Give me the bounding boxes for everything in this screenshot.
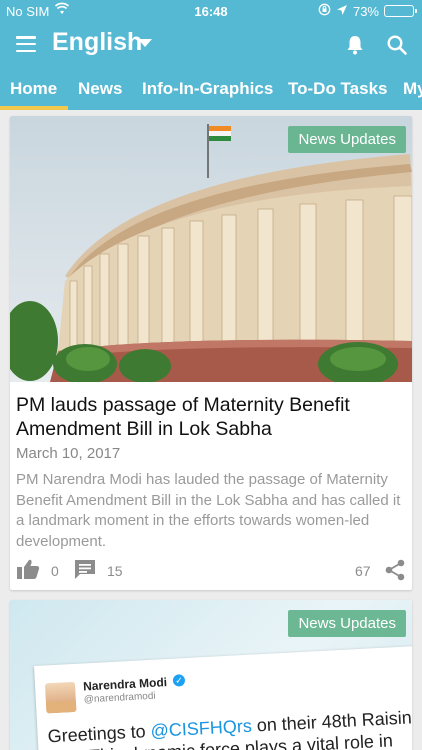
- category-badge: News Updates: [288, 610, 406, 637]
- battery-icon: [384, 5, 417, 17]
- language-selector[interactable]: English: [52, 28, 142, 57]
- share-count: 67: [355, 563, 371, 579]
- tweet-author-handle: @narendramodi: [83, 690, 156, 706]
- like-count: 0: [51, 563, 59, 579]
- tab-indicator: [0, 106, 68, 110]
- category-badge: News Updates: [288, 126, 406, 153]
- tab-news[interactable]: News: [78, 79, 122, 99]
- chevron-down-icon[interactable]: [138, 39, 152, 47]
- tab-home[interactable]: Home: [10, 79, 57, 99]
- search-icon[interactable]: [386, 34, 408, 56]
- avatar: [44, 681, 77, 714]
- comment-icon[interactable]: [74, 559, 96, 579]
- tweet-text: Greetings to @CISFHQrs on their 48th Rai…: [47, 706, 412, 750]
- parliament-image: [10, 116, 412, 382]
- card-actions: 0 15 67: [10, 556, 412, 586]
- card-summary: PM Narendra Modi has lauded the passage …: [16, 471, 401, 550]
- tweet-text-prefix: Greetings to: [47, 720, 152, 747]
- verified-icon: ✓: [172, 674, 186, 687]
- bell-icon[interactable]: [345, 34, 365, 56]
- orientation-lock-icon: [318, 3, 331, 19]
- tab-to-do-tasks[interactable]: To-Do Tasks: [288, 79, 388, 99]
- app-bar: English: [0, 22, 422, 66]
- news-card[interactable]: News Updates PM lauds passage of Materni…: [10, 116, 412, 590]
- tab-my[interactable]: My: [403, 79, 422, 99]
- thumbs-up-icon[interactable]: [16, 558, 40, 580]
- menu-icon[interactable]: [16, 36, 36, 53]
- tab-bar: Home News Info-In-Graphics To-Do Tasks M…: [0, 66, 422, 110]
- tab-info-in-graphics[interactable]: Info-In-Graphics: [142, 79, 273, 99]
- status-bar: No SIM 16:48 73%: [0, 0, 422, 22]
- battery-percent: 73%: [352, 3, 379, 19]
- news-card[interactable]: Narendra Modi ✓ @narendramodi Greetings …: [10, 600, 412, 750]
- card-date: March 10, 2017: [16, 445, 121, 462]
- card-title[interactable]: PM lauds passage of Maternity Benefit Am…: [16, 393, 396, 441]
- tweet-mention: @CISFHQrs: [150, 715, 253, 741]
- comment-count: 15: [107, 563, 123, 579]
- share-icon[interactable]: [385, 559, 405, 581]
- location-arrow-icon: [336, 4, 348, 19]
